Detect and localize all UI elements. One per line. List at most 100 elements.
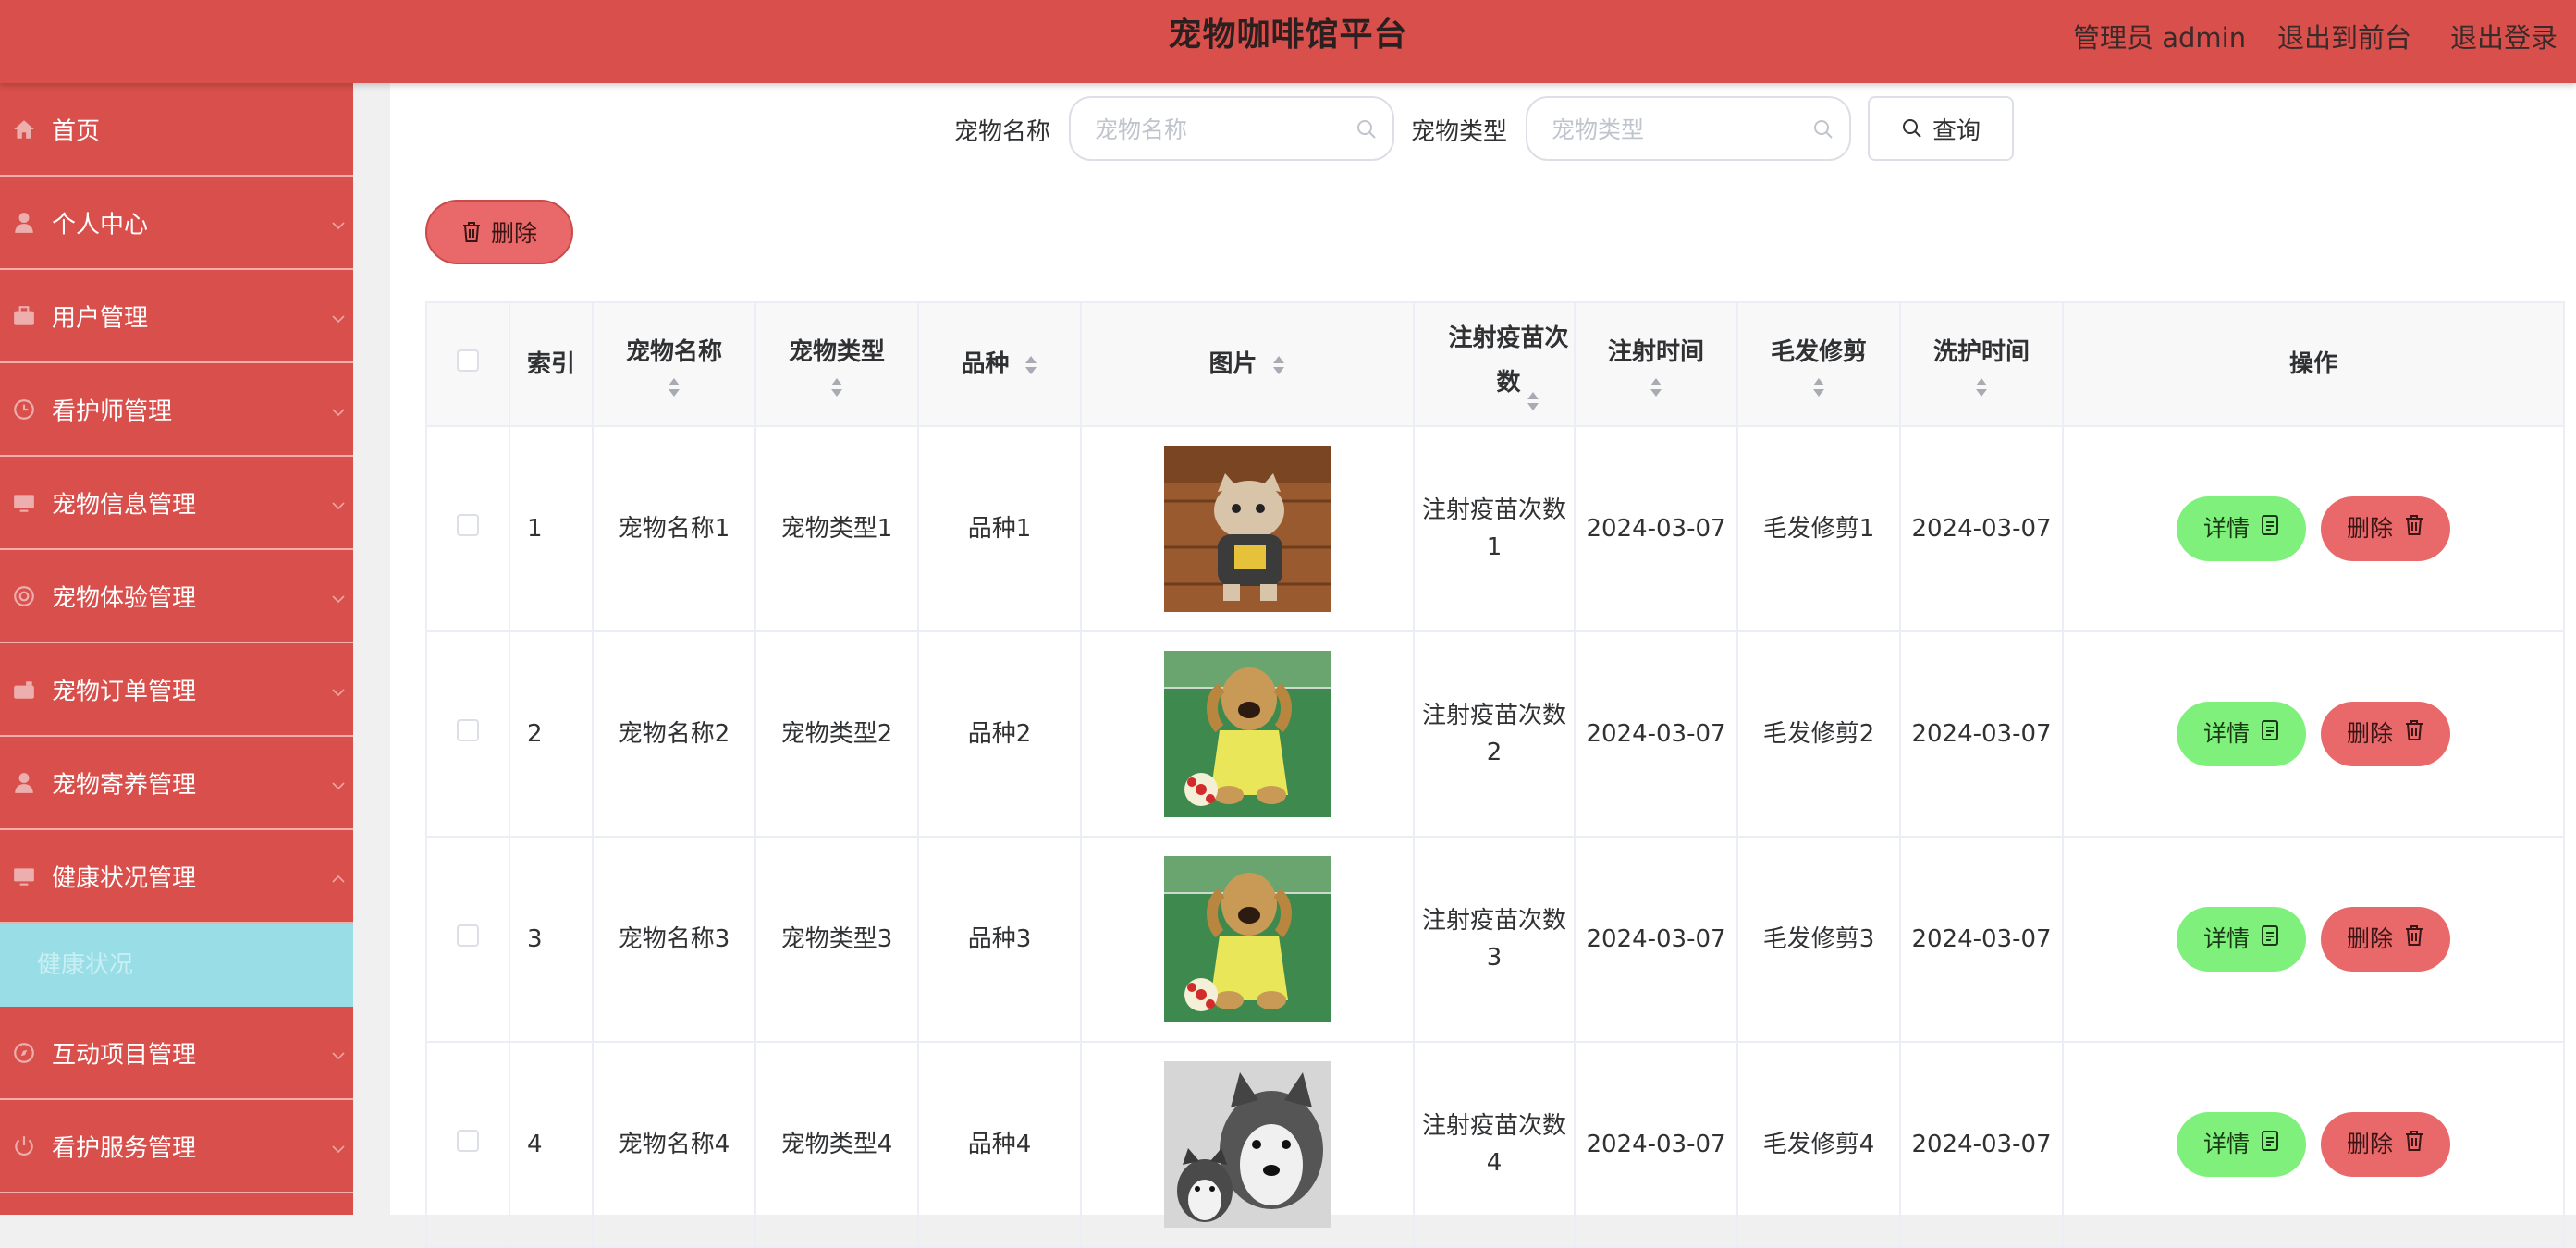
detail-button-label: 详情 (2202, 925, 2250, 952)
column-header-grooming[interactable]: 毛发修剪 (1737, 301, 1901, 427)
column-header-vaccine[interactable]: 注射疫苗次数 (1414, 301, 1576, 427)
select-all-checkbox[interactable] (457, 349, 479, 372)
row-delete-button[interactable]: 删除 (2321, 496, 2450, 561)
column-header-image[interactable]: 图片 (1081, 301, 1415, 427)
sidebar-item-2[interactable]: 用户管理 (0, 270, 353, 363)
briefcase-icon (11, 303, 37, 329)
column-header-name[interactable]: 宠物名称 (593, 301, 756, 427)
sidebar-item-4[interactable]: 宠物信息管理 (0, 457, 353, 550)
column-header-vaccine-time-label: 注射时间 (1607, 338, 1704, 366)
search-icon (1902, 119, 1921, 138)
pet-image[interactable] (1164, 651, 1331, 817)
pet-name-label: 宠物名称 (954, 118, 1051, 146)
sort-icon[interactable] (1526, 390, 1540, 412)
main-content: 宠物名称 宠物类型 查询 删除 索引 宠物名称 宠物类型 (390, 83, 2576, 1248)
sidebar-item-label: 健康状况管理 (52, 864, 197, 892)
batch-delete-label: 删除 (490, 220, 537, 247)
cell-wash-time: 2024-03-07 (1900, 1042, 2064, 1248)
sidebar-item-0[interactable]: 首页 (0, 83, 353, 177)
detail-button[interactable]: 详情 (2177, 1112, 2306, 1177)
chevron-up-icon (329, 867, 348, 886)
detail-button[interactable]: 详情 (2177, 496, 2306, 561)
search-icon (1814, 120, 1833, 139)
pet-image[interactable] (1164, 856, 1331, 1022)
sort-icon[interactable] (1974, 376, 1989, 398)
row-checkbox[interactable] (457, 1130, 479, 1152)
trash-icon (2404, 510, 2424, 547)
detail-button-label: 详情 (2202, 515, 2250, 542)
detail-button-label: 详情 (2202, 720, 2250, 747)
sidebar-item-1[interactable]: 个人中心 (0, 177, 353, 270)
cell-actions: 详情 删除 (2063, 1042, 2565, 1248)
detail-button[interactable]: 详情 (2177, 907, 2306, 972)
column-header-name-label: 宠物名称 (625, 338, 722, 366)
row-checkbox[interactable] (457, 719, 479, 741)
monitor-icon (11, 490, 37, 516)
sidebar-item-6[interactable]: 宠物订单管理 (0, 643, 353, 737)
cell-vaccine-time: 2024-03-07 (1575, 631, 1738, 838)
sidebar-item-9[interactable]: 互动项目管理 (0, 1007, 353, 1100)
cell-type: 宠物类型2 (755, 631, 919, 838)
table-row: 1 宠物名称1 宠物类型1 品种1 注射疫苗次数1 2024-03-07 毛发修剪1 2024… (425, 426, 2565, 632)
row-delete-button[interactable]: 删除 (2321, 702, 2450, 766)
cell-vaccine-time: 2024-03-07 (1575, 426, 1738, 632)
column-header-wash-time[interactable]: 洗护时间 (1900, 301, 2064, 427)
cell-grooming: 毛发修剪4 (1737, 1042, 1901, 1248)
sort-icon[interactable] (1649, 376, 1663, 398)
query-button-label: 查询 (1932, 116, 1981, 145)
pet-name-input[interactable] (1071, 98, 1355, 161)
detail-button-label: 详情 (2202, 1131, 2250, 1157)
pet-image[interactable] (1164, 446, 1331, 612)
column-header-type-label: 宠物类型 (788, 338, 885, 366)
cell-actions: 详情 删除 (2063, 426, 2565, 632)
column-header-breed[interactable]: 品种 (918, 301, 1082, 427)
sort-icon[interactable] (1811, 376, 1826, 398)
sidebar-item-label: 用户管理 (52, 304, 149, 332)
cell-name: 宠物名称2 (593, 631, 756, 838)
sort-icon[interactable] (829, 376, 844, 398)
row-delete-button[interactable]: 删除 (2321, 907, 2450, 972)
cell-type: 宠物类型3 (755, 837, 919, 1043)
row-checkbox[interactable] (457, 924, 479, 947)
row-delete-button-label: 删除 (2346, 720, 2393, 747)
sidebar-item-10[interactable]: 看护服务管理 (0, 1100, 353, 1193)
back-to-front-link[interactable]: 退出到前台 (2277, 17, 2411, 55)
cell-name: 宠物名称4 (593, 1042, 756, 1248)
pet-type-input[interactable] (1527, 98, 1812, 161)
row-delete-button[interactable]: 删除 (2321, 1112, 2450, 1177)
query-button[interactable]: 查询 (1868, 96, 2014, 161)
person-icon (11, 770, 37, 796)
table-row: 4 宠物名称4 宠物类型4 品种4 注射疫苗次数4 2024-03-07 毛发修剪4 2024… (425, 1042, 2565, 1248)
sidebar-item-label: 看护服务管理 (52, 1134, 197, 1162)
batch-delete-button[interactable]: 删除 (425, 200, 573, 264)
sort-icon[interactable] (1271, 354, 1286, 376)
cell-wash-time: 2024-03-07 (1900, 426, 2064, 632)
logout-link[interactable]: 退出登录 (2450, 17, 2558, 55)
sidebar-item-8[interactable]: 健康状况管理 (0, 830, 353, 924)
submenu-item-health-status[interactable]: 健康状况 (0, 924, 353, 1007)
row-checkbox[interactable] (457, 514, 479, 536)
row-delete-button-label: 删除 (2346, 1131, 2393, 1157)
chevron-down-icon (329, 307, 348, 325)
cell-vaccine: 注射疫苗次数2 (1414, 631, 1576, 838)
pet-type-label: 宠物类型 (1411, 118, 1508, 146)
pet-image[interactable] (1164, 1061, 1331, 1228)
document-icon (2261, 1126, 2279, 1163)
sort-icon[interactable] (1024, 354, 1038, 376)
sort-icon[interactable] (667, 376, 681, 398)
compass-icon (11, 1040, 37, 1066)
sidebar-item-7[interactable]: 宠物寄养管理 (0, 737, 353, 830)
camera-icon (11, 677, 37, 703)
sidebar-item-label: 宠物体验管理 (52, 584, 197, 612)
column-header-vaccine-time[interactable]: 注射时间 (1575, 301, 1738, 427)
detail-button[interactable]: 详情 (2177, 702, 2306, 766)
home-icon (11, 116, 37, 142)
table-row: 3 宠物名称3 宠物类型3 品种3 注射疫苗次数3 2024-03-07 毛发修剪3 2024… (425, 837, 2565, 1043)
column-header-type[interactable]: 宠物类型 (755, 301, 919, 427)
sidebar-item-label: 看护师管理 (52, 398, 173, 425)
sidebar-item-3[interactable]: 看护师管理 (0, 363, 353, 457)
chevron-down-icon (329, 680, 348, 699)
cell-name: 宠物名称1 (593, 426, 756, 632)
cell-vaccine: 注射疫苗次数4 (1414, 1042, 1576, 1248)
sidebar-item-5[interactable]: 宠物体验管理 (0, 550, 353, 643)
